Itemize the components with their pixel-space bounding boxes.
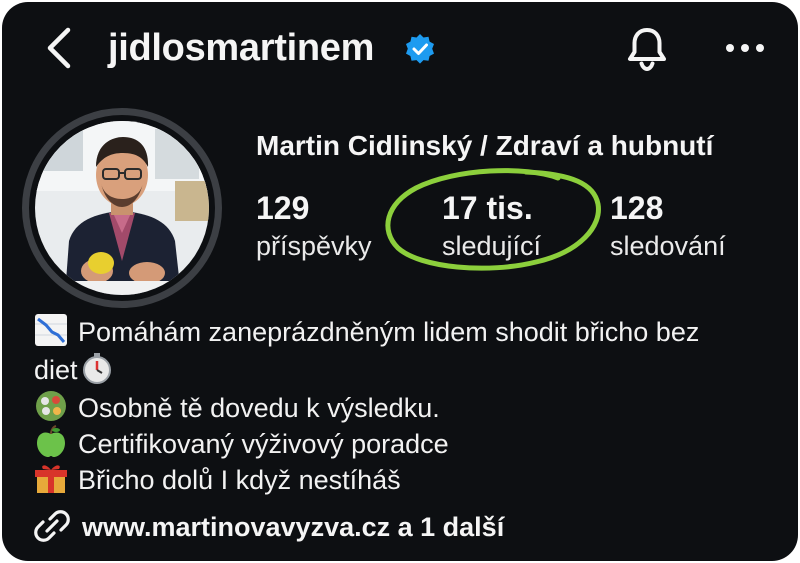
profile-avatar[interactable]	[35, 121, 209, 295]
bio-text-2: diet	[34, 355, 78, 385]
chart-decreasing-icon	[35, 314, 67, 346]
notification-bell-icon[interactable]	[624, 24, 670, 72]
link-icon	[34, 510, 70, 542]
bio-line-3: Osobně tě dovedu k výsledku.	[34, 389, 440, 427]
bio-text-4: Certifikovaný výživový poradce	[78, 429, 449, 459]
profile-link-text[interactable]: www.martinovavyzva.cz a 1 další	[82, 512, 504, 542]
bio-line-5: Břicho dolů I když nestíháš	[34, 461, 401, 499]
verified-badge-icon	[406, 34, 434, 64]
bio-line-1: Pomáhám zaneprázdněným lidem shodit břic…	[34, 313, 699, 351]
profile-card: jidlosmartinem Martin Cidlinský / Zdraví…	[2, 2, 798, 561]
bio-line-4: Certifikovaný výživový poradce	[34, 425, 449, 463]
posts-count[interactable]: 129	[256, 188, 309, 228]
bio-text-3: Osobně tě dovedu k výsledku.	[78, 393, 440, 423]
bio-line-2: diet	[34, 351, 124, 389]
salad-icon	[36, 391, 66, 421]
posts-label[interactable]: příspěvky	[256, 229, 372, 263]
more-options-icon[interactable]	[720, 30, 770, 66]
back-arrow-icon[interactable]	[38, 24, 82, 72]
stopwatch-icon	[82, 353, 111, 384]
profile-full-name: Martin Cidlinský / Zdraví a hubnutí	[256, 130, 714, 161]
green-apple-icon	[37, 425, 65, 457]
bio-text-1: Pomáhám zaneprázdněným lidem shodit břic…	[78, 317, 700, 347]
following-count[interactable]: 128	[610, 188, 663, 228]
followers-highlight-circle	[385, 168, 601, 271]
profile-username: jidlosmartinem	[108, 27, 375, 69]
following-label[interactable]: sledování	[610, 229, 726, 263]
bio-text-5: Břicho dolů I když nestíháš	[78, 465, 401, 495]
gift-icon	[35, 465, 67, 493]
profile-link[interactable]: www.martinovavyzva.cz a 1 další	[34, 508, 504, 546]
